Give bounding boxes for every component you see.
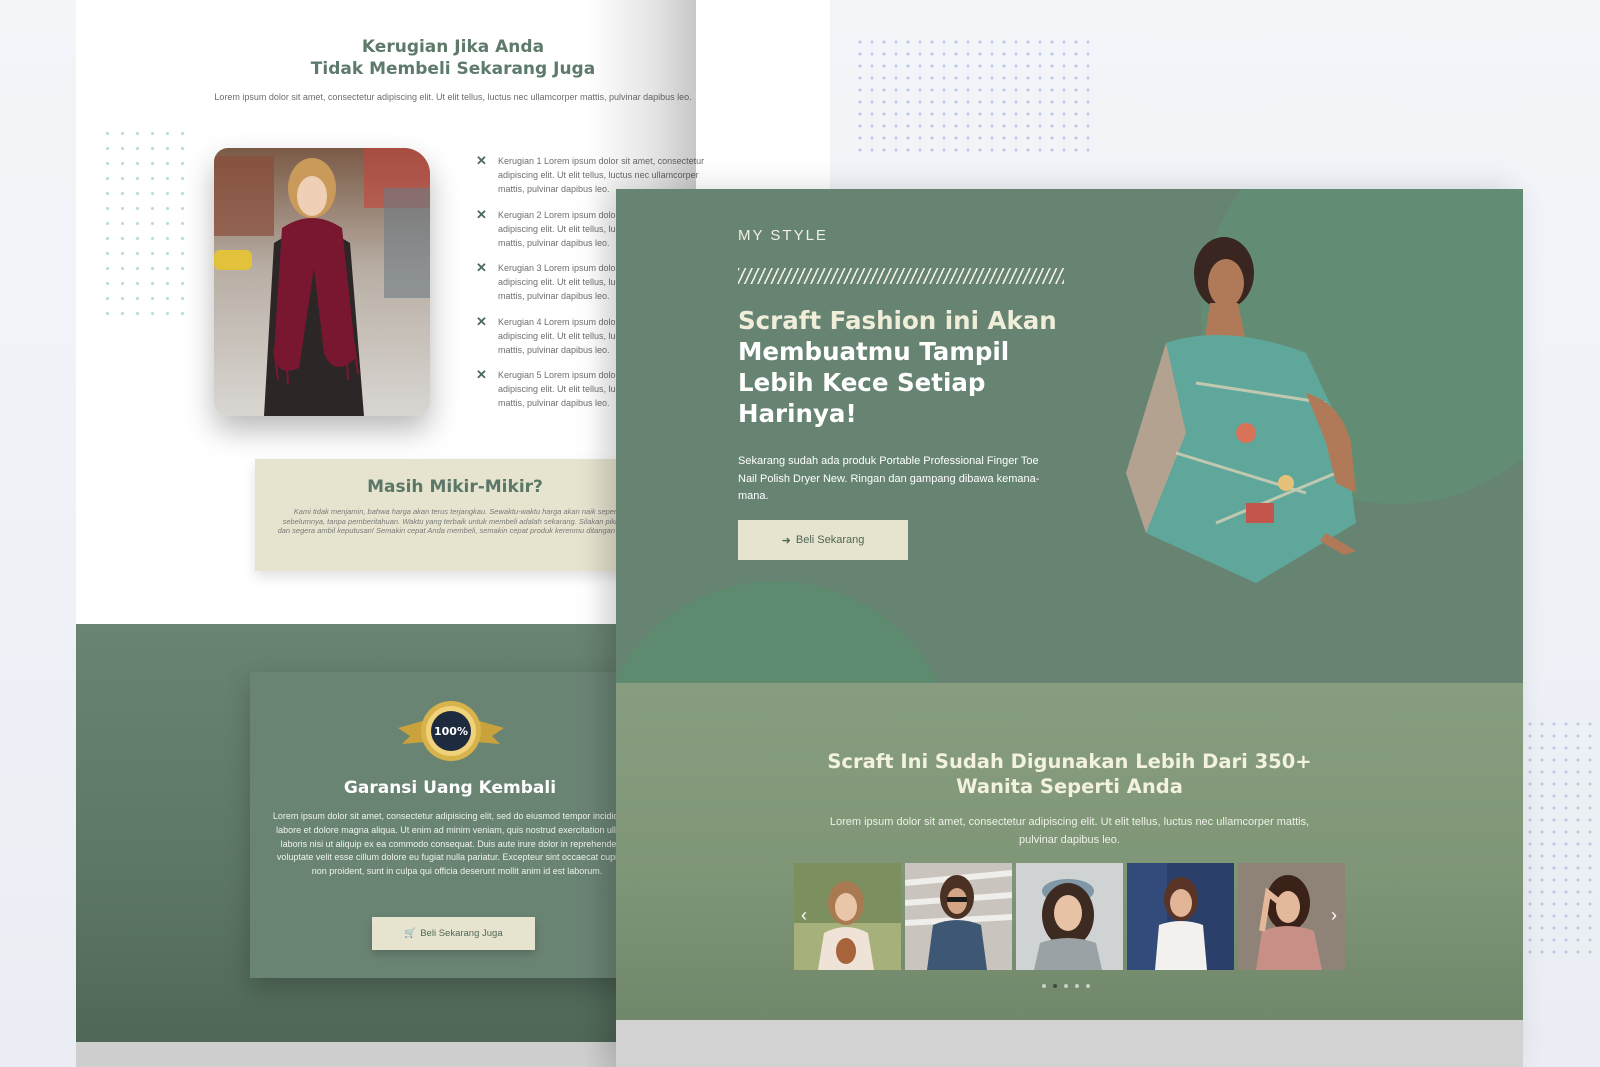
x-icon: ✕ (476, 367, 487, 382)
guarantee-badge-icon: 100% (398, 701, 504, 761)
hesitation-text: Kami tidak menjamin, bahwa harga akan te… (277, 507, 637, 535)
losses-heading: Kerugian Jika Anda Tidak Membeli Sekaran… (310, 37, 596, 79)
cart-icon: 🛒 (404, 928, 417, 939)
pagination-dot-active[interactable] (1053, 984, 1057, 988)
pagination-dot[interactable] (1075, 984, 1079, 988)
buy-now-too-button[interactable]: 🛒 Beli Sekarang Juga (372, 917, 535, 950)
pagination-dot[interactable] (1042, 984, 1046, 988)
dot-pattern-right (1524, 718, 1596, 958)
scarf-model-photo (214, 148, 430, 416)
pagination-dot[interactable] (1086, 984, 1090, 988)
losses-lead: Lorem ipsum dolor sit amet, consectetur … (214, 92, 692, 102)
users-text: Lorem ipsum dolor sit amet, consectetur … (829, 816, 1310, 846)
x-icon: ✕ (476, 260, 487, 275)
hero-section: MY STYLE Scraft Fashion ini Akan Membuat… (616, 189, 1523, 683)
hatch-divider (738, 268, 1064, 284)
dot-pattern-left (100, 126, 196, 326)
hero-description: Sekarang sudah ada produk Portable Profe… (738, 455, 1040, 502)
carousel-image[interactable] (1127, 863, 1234, 970)
x-icon: ✕ (476, 206, 487, 222)
carousel-pagination (1042, 984, 1090, 988)
x-icon: ✕ (476, 313, 487, 329)
arrow-circle-right-icon: ➜ (781, 534, 791, 547)
carousel-image[interactable] (1016, 863, 1123, 970)
x-icon: ✕ (476, 153, 487, 168)
hero-model-photo (1126, 237, 1356, 583)
chevron-left-icon[interactable]: ‹ (796, 906, 812, 924)
users-title: Scraft Ini Sudah Digunakan Lebih Dari 35… (827, 750, 1312, 798)
hero-eyebrow: MY STYLE (738, 227, 828, 244)
hero-circle-decoration-bottom (616, 581, 956, 683)
buy-now-button[interactable]: ➜ Beli Sekarang (738, 520, 908, 560)
dot-pattern-top (854, 36, 1094, 156)
svg-text:100%: 100% (434, 725, 468, 738)
chevron-right-icon[interactable]: › (1326, 906, 1342, 924)
front-footer-strip (616, 1020, 1523, 1067)
front-page: MY STYLE Scraft Fashion ini Akan Membuat… (616, 189, 1523, 1067)
users-section: Scraft Ini Sudah Digunakan Lebih Dari 35… (616, 683, 1523, 1020)
hero-headline: Scraft Fashion ini Akan Membuatmu Tampil… (738, 306, 1057, 428)
pagination-dot[interactable] (1064, 984, 1068, 988)
carousel-image[interactable] (905, 863, 1012, 970)
testimonial-carousel (794, 863, 1346, 970)
